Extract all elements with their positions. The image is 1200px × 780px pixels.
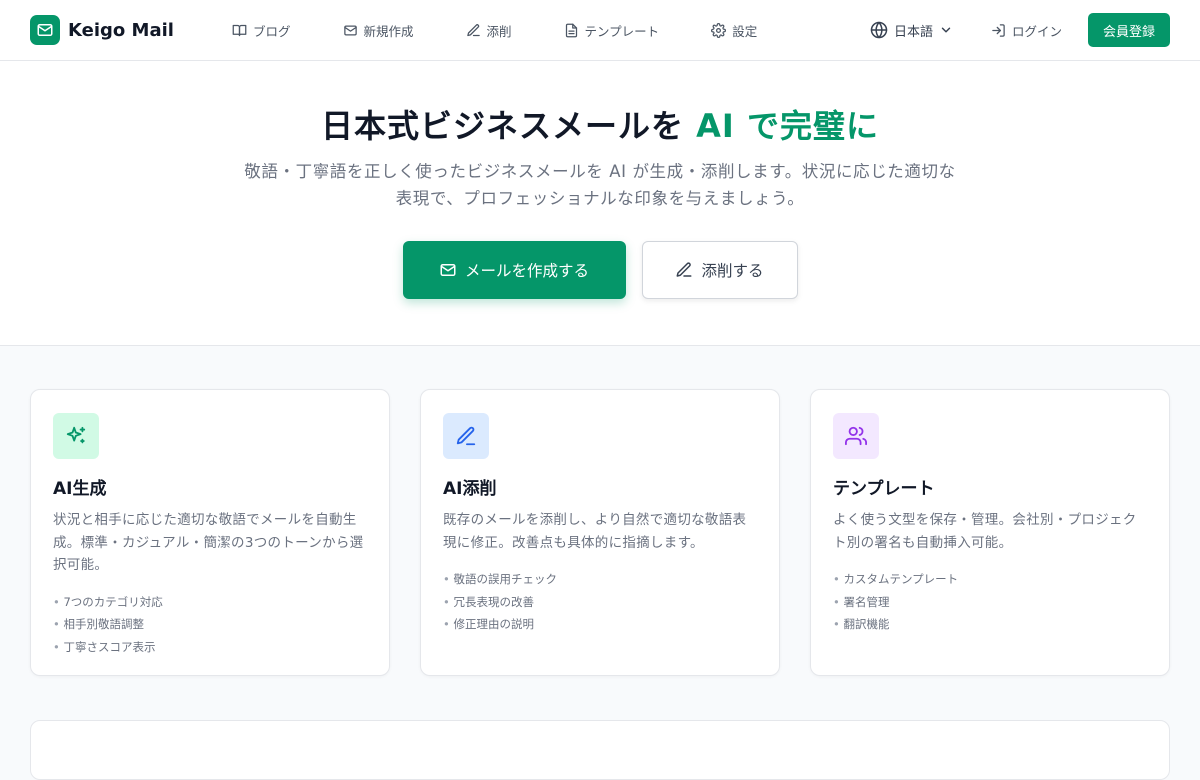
bottom-card [30, 720, 1170, 780]
nav-label: テンプレート [584, 23, 660, 39]
pen-icon [676, 262, 692, 277]
feature-card-ai-generate: AI生成 状況と相手に応じた適切な敬語でメールを自動生成。標準・カジュアル・簡潔… [30, 389, 390, 676]
list-item: 署名管理 [833, 591, 1147, 614]
chevron-down-icon [941, 27, 951, 33]
list-item: カスタムテンプレート [833, 568, 1147, 591]
login-icon [992, 23, 1005, 37]
book-icon [232, 24, 247, 36]
list-item: 7つのカテゴリ対応 [53, 591, 367, 614]
globe-icon [870, 21, 888, 39]
mail-icon [440, 264, 456, 276]
mail-icon [30, 15, 60, 45]
mail-icon [343, 25, 357, 35]
card-title: AI添削 [443, 479, 497, 499]
nav-item-proofread[interactable]: 添削 [466, 21, 512, 40]
header-actions: 日本語 ログイン 会員登録 [870, 0, 1170, 60]
compose-email-label: メールを作成する [464, 262, 589, 280]
nav-label: 設定 [732, 23, 758, 39]
feature-card-templates: テンプレート よく使う文型を保存・管理。会社別・プロジェクト別の署名も自動挿入可… [810, 389, 1170, 676]
list-item: 丁寧さスコア表示 [53, 636, 367, 659]
card-description: 既存のメールを添削し、より自然で適切な敬語表現に修正。改善点も具体的に指摘します… [443, 512, 747, 551]
card-title: テンプレート [833, 479, 935, 499]
pen-icon [443, 413, 489, 459]
brand-name: Keigo Mail [68, 19, 174, 41]
card-description: よく使う文型を保存・管理。会社別・プロジェクト別の署名も自動挿入可能。 [833, 512, 1137, 551]
hero-title: 日本式ビジネスメールを AI で完璧に [0, 101, 1200, 147]
list-item: 相手別敬語調整 [53, 613, 367, 636]
hero-subtitle: 敬語・丁寧語を正しく使ったビジネスメールを AI が生成・添削します。状況に応じ… [244, 162, 956, 208]
nav-label: 添削 [486, 23, 512, 39]
nav-item-settings[interactable]: 設定 [711, 21, 757, 40]
hero-actions: メールを作成する 添削する [0, 241, 1200, 299]
login-link[interactable]: ログイン [991, 21, 1062, 40]
users-icon [833, 413, 879, 459]
top-header: Keigo Mail ブログ 新規作成 添削 テンプレート 設定 日本語 ログイ… [0, 0, 1200, 61]
list-item: 冗長表現の改善 [443, 591, 757, 614]
hero-section: 日本式ビジネスメールを AI で完璧に 敬語・丁寧語を正しく使ったビジネスメール… [0, 61, 1200, 346]
compose-email-button[interactable]: メールを作成する [402, 241, 626, 299]
language-label: 日本語 [893, 24, 933, 40]
nav-label: ブログ [253, 23, 291, 39]
list-item: 翻訳機能 [833, 613, 1147, 636]
language-selector[interactable]: 日本語 [870, 21, 953, 40]
hero-title-accent: AI で完璧に [696, 107, 879, 145]
file-icon [565, 23, 577, 37]
nav-item-new[interactable]: 新規作成 [343, 21, 414, 40]
card-title: AI生成 [53, 479, 107, 499]
nav-label: 新規作成 [363, 23, 414, 39]
login-label: ログイン [1011, 23, 1062, 39]
list-item: 敬語の誤用チェック [443, 568, 757, 591]
main-nav: ブログ 新規作成 添削 テンプレート 設定 [232, 0, 809, 60]
hero-title-main: 日本式ビジネスメールを [321, 107, 697, 145]
brand[interactable]: Keigo Mail [30, 15, 174, 45]
nav-item-templates[interactable]: テンプレート [564, 21, 660, 40]
list-item: 修正理由の説明 [443, 613, 757, 636]
feature-card-ai-proofread: AI添削 既存のメールを添削し、より自然で適切な敬語表現に修正。改善点も具体的に… [420, 389, 780, 676]
card-points: 7つのカテゴリ対応 相手別敬語調整 丁寧さスコア表示 [53, 591, 367, 659]
nav-item-blog[interactable]: ブログ [232, 21, 291, 40]
proofread-button[interactable]: 添削する [641, 241, 798, 299]
card-points: 敬語の誤用チェック 冗長表現の改善 修正理由の説明 [443, 568, 757, 636]
card-description: 状況と相手に応じた適切な敬語でメールを自動生成。標準・カジュアル・簡潔の3つのト… [53, 512, 364, 573]
proofread-label: 添削する [701, 262, 764, 280]
sparkles-icon [53, 413, 99, 459]
signup-button[interactable]: 会員登録 [1087, 13, 1170, 47]
pen-icon [466, 23, 480, 36]
card-points: カスタムテンプレート 署名管理 翻訳機能 [833, 568, 1147, 636]
features-section: AI生成 状況と相手に応じた適切な敬語でメールを自動生成。標準・カジュアル・簡潔… [30, 389, 1170, 676]
gear-icon [711, 22, 727, 38]
